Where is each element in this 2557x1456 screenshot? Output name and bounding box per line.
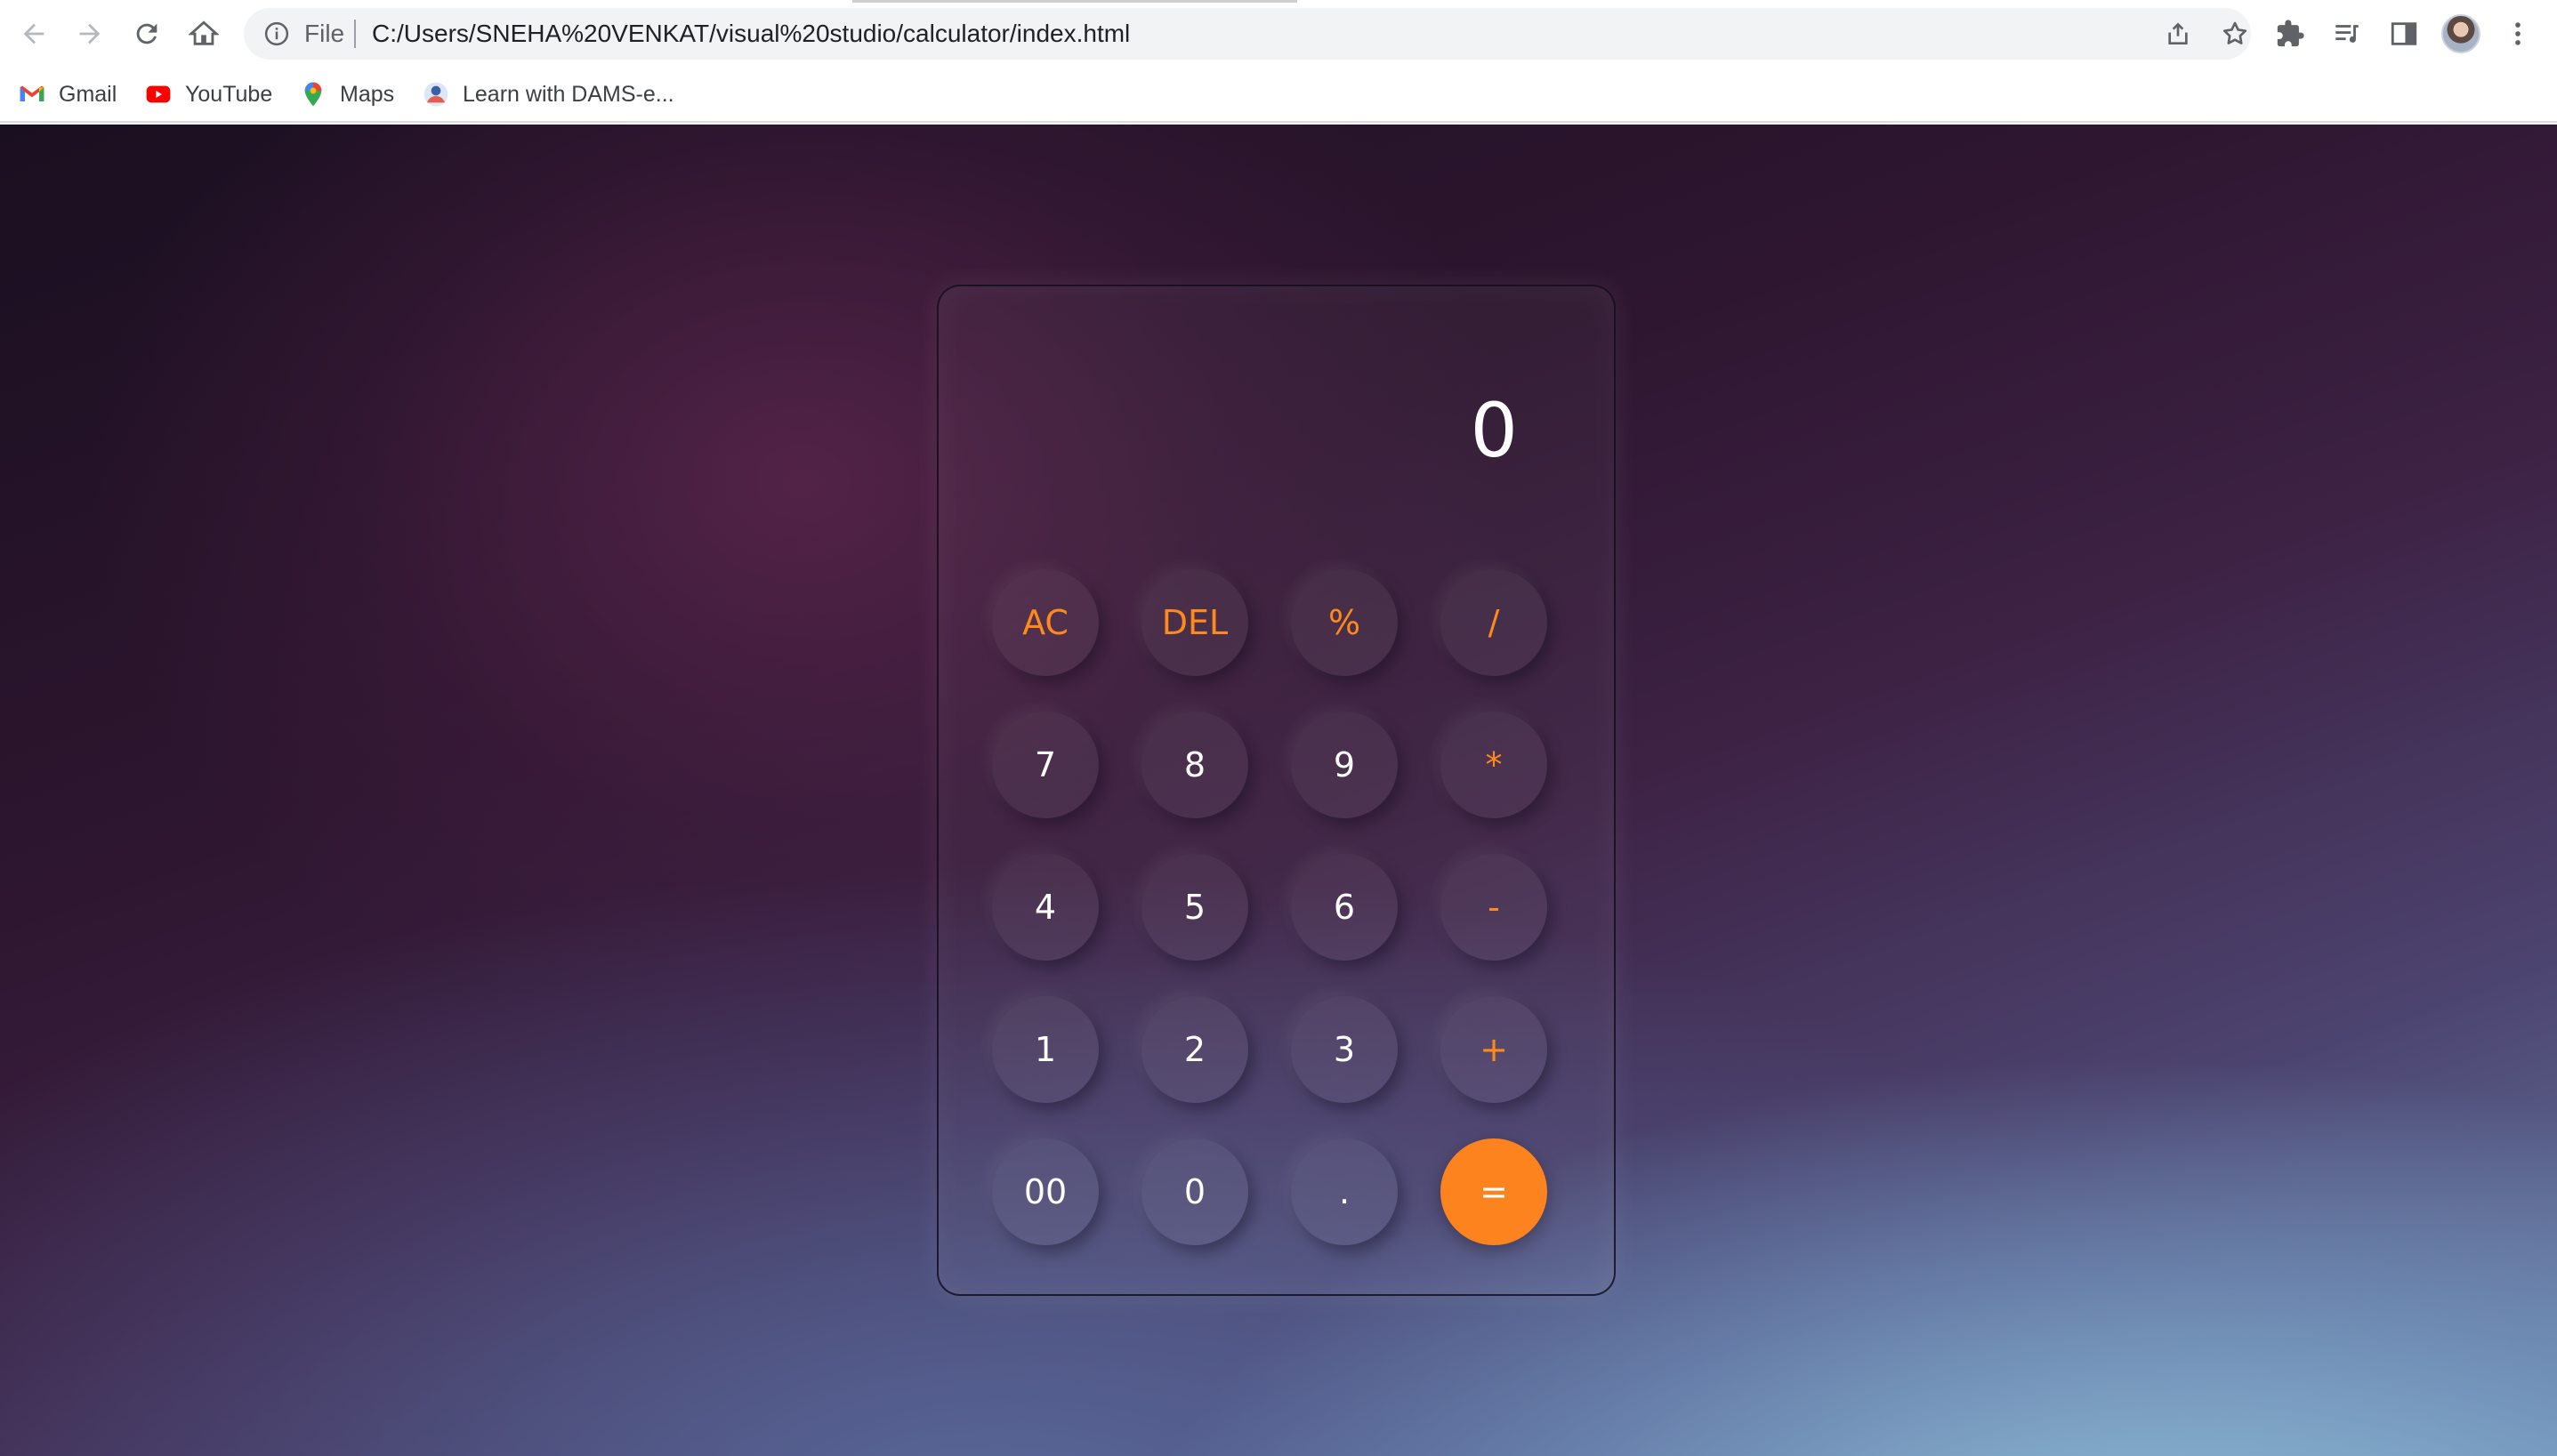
page-viewport: 0 AC DEL % / 7 8 9 * 4 5 6 - 1 2 3 + 00 … [0, 125, 2557, 1456]
bookmark-dams[interactable]: Learn with DAMS-e... [422, 78, 674, 110]
percent-button[interactable]: % [1291, 569, 1398, 676]
digit-9-button[interactable]: 9 [1291, 712, 1398, 818]
bookmark-label: Learn with DAMS-e... [463, 81, 674, 107]
decimal-button[interactable]: . [1291, 1138, 1398, 1245]
share-icon [2168, 22, 2188, 44]
bookmark-label: YouTube [185, 81, 273, 107]
digit-3-button[interactable]: 3 [1291, 996, 1398, 1103]
digit-6-button[interactable]: 6 [1291, 854, 1398, 961]
side-panel-icon [2391, 22, 2417, 45]
equals-button[interactable]: = [1440, 1138, 1547, 1245]
star-icon [2222, 21, 2247, 44]
divide-button[interactable]: / [1440, 569, 1547, 676]
address-bar[interactable]: File C:/Users/SNEHA%20VENKAT/visual%20st… [244, 8, 2251, 60]
extensions-button[interactable] [2271, 14, 2310, 53]
all-clear-button[interactable]: AC [992, 569, 1099, 676]
digit-0-button[interactable]: 0 [1141, 1138, 1248, 1245]
add-button[interactable]: + [1440, 996, 1547, 1103]
dams-icon [422, 80, 450, 109]
bookmark-maps[interactable]: Maps [299, 78, 394, 110]
digit-5-button[interactable]: 5 [1141, 854, 1248, 961]
menu-button[interactable] [2498, 14, 2537, 53]
reload-button[interactable] [124, 11, 170, 57]
browser-toolbar: File C:/Users/SNEHA%20VENKAT/visual%20st… [0, 0, 2557, 68]
tab-indicator [852, 0, 1297, 3]
bookmark-label: Gmail [59, 81, 117, 107]
youtube-icon [144, 80, 173, 109]
home-button[interactable] [181, 11, 227, 57]
maps-icon [299, 80, 327, 109]
side-panel-button[interactable] [2384, 14, 2424, 53]
digit-2-button[interactable]: 2 [1141, 996, 1248, 1103]
bookmarks-bar: Gmail YouTube Maps Learn with DAMS-e... [0, 68, 2557, 123]
calculator-display: 0 [1470, 387, 1518, 474]
extensions-icon [2277, 20, 2304, 47]
url-text[interactable]: C:/Users/SNEHA%20VENKAT/visual%20studio/… [372, 20, 1130, 47]
reload-icon [136, 23, 157, 44]
bookmark-youtube[interactable]: YouTube [144, 78, 272, 110]
menu-icon [2515, 22, 2521, 45]
bookmark-label: Maps [340, 81, 395, 107]
media-icon [2335, 25, 2359, 43]
digit-7-button[interactable]: 7 [992, 712, 1099, 818]
gmail-icon [18, 80, 46, 109]
multiply-button[interactable]: * [1440, 712, 1547, 818]
scheme-label: File [304, 20, 345, 47]
info-icon[interactable] [263, 20, 290, 47]
double-zero-button[interactable]: 00 [992, 1138, 1099, 1245]
back-arrow-icon [23, 23, 44, 44]
digit-4-button[interactable]: 4 [992, 854, 1099, 961]
calculator: 0 AC DEL % / 7 8 9 * 4 5 6 - 1 2 3 + 00 … [937, 285, 1616, 1296]
forward-arrow-icon [79, 23, 101, 44]
delete-button[interactable]: DEL [1141, 569, 1248, 676]
home-icon [189, 20, 219, 45]
back-button[interactable] [11, 11, 57, 57]
subtract-button[interactable]: - [1440, 854, 1547, 961]
omnibox-divider [354, 20, 356, 48]
bookmark-gmail[interactable]: Gmail [18, 78, 117, 110]
bookmark-star-button[interactable] [2219, 18, 2251, 50]
share-button[interactable] [2162, 18, 2194, 50]
digit-8-button[interactable]: 8 [1141, 712, 1248, 818]
forward-button[interactable] [67, 11, 113, 57]
media-control-button[interactable] [2327, 14, 2367, 53]
digit-1-button[interactable]: 1 [992, 996, 1099, 1103]
profile-avatar[interactable] [2441, 14, 2480, 53]
